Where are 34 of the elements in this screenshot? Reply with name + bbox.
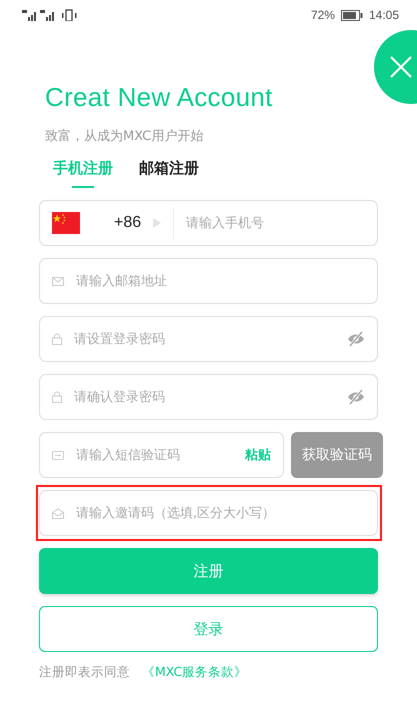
invite-code-input[interactable]: 请输入邀请码（选填,区分大小写）: [76, 506, 365, 520]
battery-percent: 72%: [310, 8, 335, 22]
login-button[interactable]: 登录: [39, 606, 378, 652]
sms-code-field[interactable]: 请输入短信验证码 粘贴: [39, 432, 284, 478]
keypad-icon: [52, 450, 64, 460]
battery-icon: [340, 10, 363, 20]
clock-time: 14:05: [368, 8, 399, 22]
close-icon: [389, 55, 413, 79]
paste-button[interactable]: 粘贴: [245, 446, 271, 464]
email-field[interactable]: 请输入邮箱地址: [39, 258, 378, 304]
password-input[interactable]: 请确认登录密码: [74, 390, 335, 404]
hidden-eye-icon[interactable]: [347, 331, 365, 347]
password-field[interactable]: 请确认登录密码: [39, 374, 378, 420]
page-title: Creat New Account: [45, 81, 274, 113]
phone-number-field[interactable]: +86 请输入手机号: [39, 200, 378, 246]
password-field[interactable]: 请设置登录密码: [39, 316, 378, 362]
tab[interactable]: 手机注册: [53, 159, 113, 188]
hidden-eye-icon[interactable]: [347, 389, 365, 405]
open-envelope-icon: [52, 508, 64, 518]
sms-code-input[interactable]: 请输入短信验证码: [76, 448, 233, 462]
subtitle: 致富，从成为MXC用户开始: [45, 128, 204, 145]
tab[interactable]: 邮箱注册: [139, 159, 199, 188]
country-code[interactable]: +86: [114, 214, 142, 232]
lock-icon: [52, 391, 62, 403]
register-button[interactable]: 注册: [39, 548, 378, 594]
get-code-button[interactable]: 获取验证码: [291, 432, 383, 478]
invite-code-field[interactable]: 请输入邀请码（选填,区分大小写）: [39, 490, 378, 536]
password-input[interactable]: 请设置登录密码: [74, 332, 335, 346]
terms-link[interactable]: 《MXC服务条款》: [142, 664, 248, 681]
terms-text: 注册即表示同意: [39, 664, 130, 681]
envelope-icon: [52, 276, 64, 286]
email-input[interactable]: 请输入邮箱地址: [76, 274, 365, 288]
lock-icon: [52, 333, 62, 345]
phone-number-input[interactable]: 请输入手机号: [186, 216, 365, 230]
